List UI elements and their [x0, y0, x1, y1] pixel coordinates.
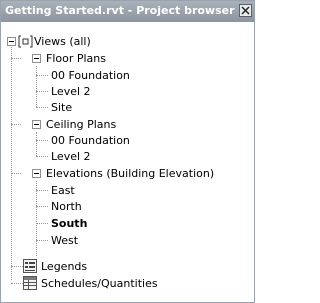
tree-item-elevation[interactable]: West — [1, 232, 254, 249]
tree-label: 00 Foundation — [51, 134, 130, 147]
tree-label: Elevations (Building Elevation) — [46, 167, 215, 180]
tree-item-floor-plan[interactable]: Level 2 — [1, 83, 254, 100]
tree-item-elevation-selected[interactable]: South — [1, 215, 254, 232]
tree-item-legends[interactable]: Legends — [1, 258, 254, 275]
schedule-icon — [23, 276, 37, 293]
tree-label: Site — [51, 101, 73, 114]
tree-label: Floor Plans — [46, 52, 106, 65]
tree-label: Level 2 — [51, 85, 91, 98]
tree-label: Ceiling Plans — [46, 118, 117, 131]
tree-item-views[interactable]: Views (all) — [1, 33, 254, 50]
tree-item-floor-plans[interactable]: Floor Plans — [1, 50, 254, 67]
tree-label: North — [51, 200, 82, 213]
project-tree: Views (all) Floor Plans 00 Foundation Le… — [1, 23, 254, 302]
tree-item-ceiling-plan[interactable]: Level 2 — [1, 148, 254, 165]
tree-label: Schedules/Quantities — [41, 277, 158, 290]
tree-item-ceiling-plans[interactable]: Ceiling Plans — [1, 116, 254, 133]
tree-item-elevation[interactable]: North — [1, 198, 254, 215]
collapse-icon[interactable] — [7, 37, 16, 46]
tree-label: South — [51, 217, 88, 230]
window-title: Getting Started.rvt - Project browser — [5, 4, 235, 17]
tree-label: 00 Foundation — [51, 69, 130, 82]
tree-label: West — [51, 234, 79, 247]
tree-item-floor-plan[interactable]: 00 Foundation — [1, 67, 254, 84]
tree-label: Level 2 — [51, 150, 91, 163]
tree-item-floor-plan[interactable]: Site — [1, 99, 254, 116]
legend-icon — [23, 259, 37, 276]
close-icon[interactable] — [239, 4, 252, 17]
project-browser-panel: Getting Started.rvt - Project browser Vi… — [0, 0, 255, 303]
titlebar: Getting Started.rvt - Project browser — [1, 1, 254, 22]
collapse-icon[interactable] — [32, 54, 41, 63]
tree-label: East — [51, 184, 75, 197]
tree-item-schedules[interactable]: Schedules/Quantities — [1, 275, 254, 292]
tree-label: Legends — [41, 260, 88, 273]
collapse-icon[interactable] — [32, 120, 41, 129]
tree-item-ceiling-plan[interactable]: 00 Foundation — [1, 132, 254, 149]
tree-item-elevations[interactable]: Elevations (Building Elevation) — [1, 165, 254, 182]
tree-item-elevation[interactable]: East — [1, 182, 254, 199]
collapse-icon[interactable] — [32, 169, 41, 178]
tree-label: Views (all) — [34, 35, 91, 48]
